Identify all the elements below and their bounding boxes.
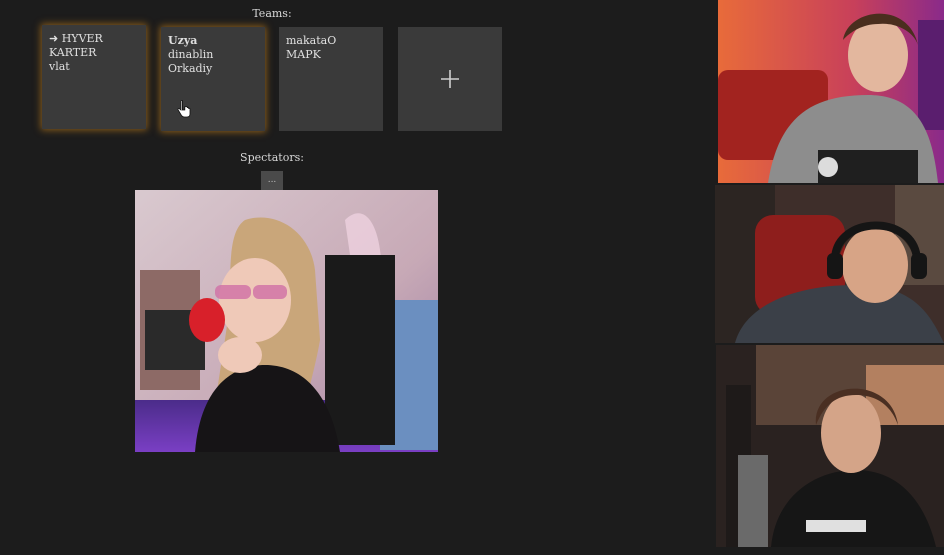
team-card-1[interactable]: ➜ HYVER KARTER vlat <box>42 25 146 129</box>
team-member: Uzya <box>168 34 198 47</box>
add-team-button[interactable] <box>398 27 502 131</box>
team-member: vlat <box>49 60 70 73</box>
spectators-heading: Spectators: <box>240 151 304 164</box>
participant-webcam-2 <box>715 185 944 343</box>
spectators-more-button[interactable]: ... <box>261 171 283 190</box>
participant-webcam-1 <box>718 0 944 183</box>
hand-cursor-icon <box>177 100 191 118</box>
plus-icon <box>441 70 459 88</box>
team-card-3[interactable]: makataO MAPK <box>279 27 383 131</box>
team-member: makataO <box>286 34 337 47</box>
team-member: MAPK <box>286 48 321 61</box>
team-member: ➜ HYVER <box>49 32 103 45</box>
team-member: dinablin <box>168 48 214 61</box>
team-member: Orkadiy <box>168 62 213 75</box>
team-member: KARTER <box>49 46 97 59</box>
participant-webcam-3 <box>716 345 944 547</box>
spectator-webcam-feed <box>135 190 438 452</box>
teams-heading: Teams: <box>252 7 292 20</box>
